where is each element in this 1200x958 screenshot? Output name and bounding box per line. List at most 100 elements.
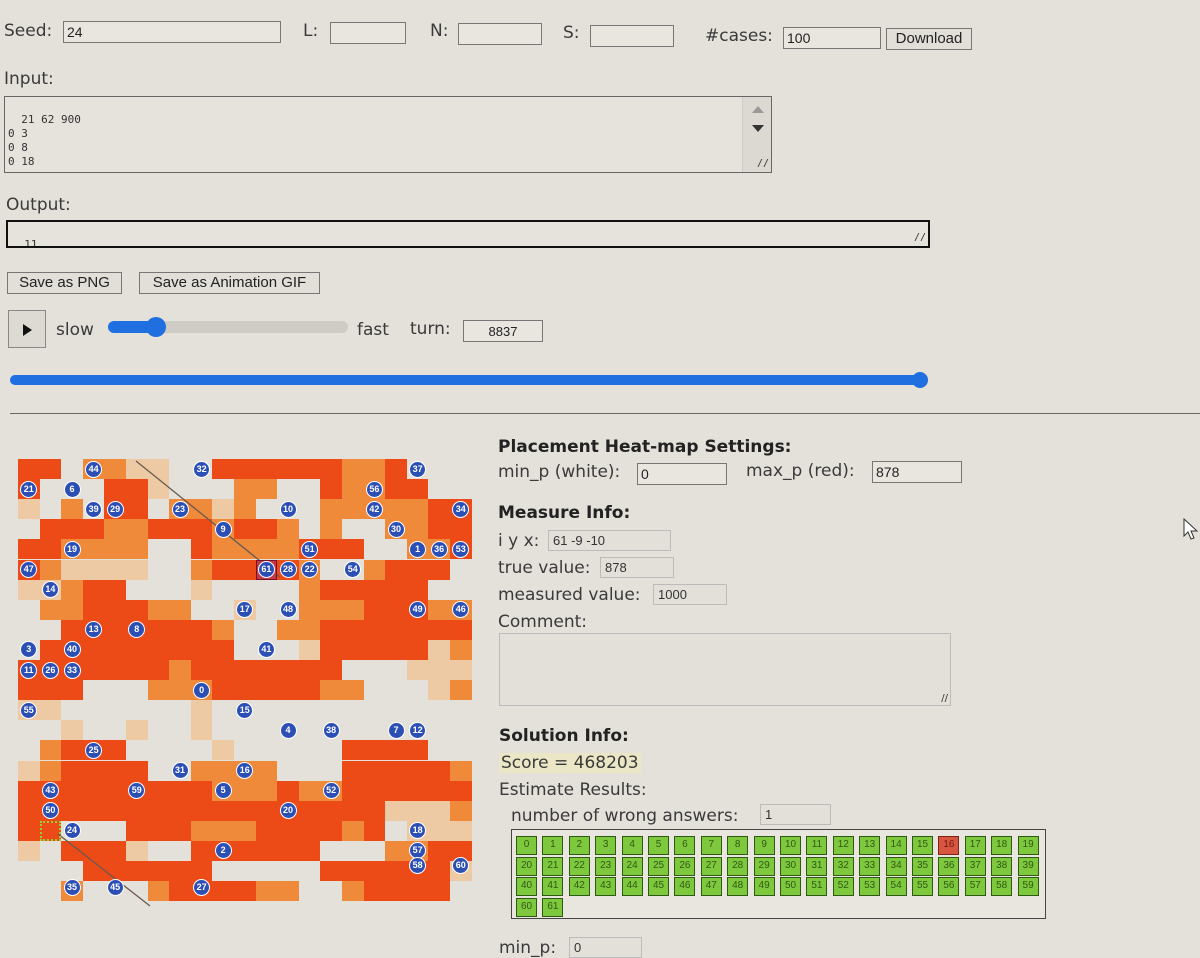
result-cell-correct[interactable]: 12 <box>832 836 854 855</box>
exit-marker[interactable]: 20 <box>279 802 297 820</box>
l-input[interactable] <box>330 22 406 44</box>
turn-slider[interactable] <box>10 372 928 388</box>
exit-marker[interactable]: 58 <box>409 856 427 874</box>
exit-marker[interactable]: 14 <box>41 581 59 599</box>
result-cell-correct[interactable]: 28 <box>727 856 749 876</box>
result-cell-correct[interactable]: 17 <box>964 836 986 855</box>
exit-marker[interactable]: 7 <box>387 721 405 739</box>
exit-marker[interactable]: 44 <box>85 460 103 478</box>
exit-marker[interactable]: 27 <box>193 878 211 896</box>
result-cell-correct[interactable]: 2 <box>568 836 590 855</box>
speed-slider[interactable] <box>108 317 348 337</box>
exit-marker[interactable]: 24 <box>63 822 81 840</box>
exit-marker[interactable]: 21 <box>20 480 38 498</box>
save-gif-button[interactable]: Save as Animation GIF <box>139 272 320 294</box>
result-cell-correct[interactable]: 41 <box>542 877 564 896</box>
wrong-answers-field[interactable] <box>760 804 831 825</box>
result-cell-correct[interactable]: 10 <box>780 836 801 855</box>
exit-marker[interactable]: 38 <box>322 721 340 739</box>
result-cell-correct[interactable]: 26 <box>674 856 696 876</box>
result-cell-correct[interactable]: 3 <box>595 836 617 855</box>
exit-marker[interactable]: 28 <box>279 561 297 579</box>
result-cell-correct[interactable]: 32 <box>832 856 854 876</box>
result-cell-correct[interactable]: 56 <box>938 877 960 896</box>
result-cell-correct[interactable]: 23 <box>595 856 617 876</box>
result-cell-correct[interactable]: 54 <box>885 877 907 896</box>
exit-marker[interactable]: 26 <box>41 661 59 679</box>
result-cell-correct[interactable]: 34 <box>885 856 907 876</box>
result-cell-correct[interactable]: 52 <box>832 877 854 896</box>
exit-marker[interactable]: 42 <box>365 500 383 518</box>
result-cell-correct[interactable]: 18 <box>991 836 1013 855</box>
exit-marker[interactable]: 1 <box>409 540 427 558</box>
exit-marker[interactable]: 12 <box>409 721 427 739</box>
exit-marker[interactable]: 10 <box>279 500 297 518</box>
result-cell-correct[interactable]: 40 <box>516 877 537 896</box>
result-cell-correct[interactable]: 20 <box>516 856 537 876</box>
exit-marker[interactable]: 4 <box>279 721 297 739</box>
result-cell-correct[interactable]: 53 <box>859 877 881 896</box>
output-textarea[interactable]: 11 // <box>6 220 930 248</box>
result-cell-correct[interactable]: 30 <box>780 856 801 876</box>
result-cell-correct[interactable]: 19 <box>1017 836 1039 855</box>
exit-marker[interactable]: 11 <box>20 661 38 679</box>
resize-grip-icon[interactable]: // <box>941 693 948 704</box>
exit-marker[interactable]: 39 <box>85 500 103 518</box>
exit-marker[interactable]: 33 <box>63 661 81 679</box>
exit-marker[interactable]: 25 <box>85 741 103 759</box>
result-cell-correct[interactable]: 13 <box>859 836 881 855</box>
result-cell-wrong[interactable]: 16 <box>938 836 960 855</box>
comment-textarea[interactable]: // <box>499 633 951 706</box>
exit-marker[interactable]: 19 <box>63 540 81 558</box>
result-cell-correct[interactable]: 49 <box>753 877 775 896</box>
min-p-bottom-field[interactable] <box>569 937 642 958</box>
result-cell-correct[interactable]: 48 <box>727 877 749 896</box>
result-cell-correct[interactable]: 38 <box>991 856 1013 876</box>
scroll-up-icon[interactable] <box>752 106 764 113</box>
true-value-field[interactable] <box>600 557 674 578</box>
result-cell-correct[interactable]: 11 <box>806 836 828 855</box>
play-button[interactable] <box>8 310 46 348</box>
result-cell-correct[interactable]: 46 <box>674 877 696 896</box>
exit-marker[interactable]: 35 <box>63 878 81 896</box>
result-cell-correct[interactable]: 33 <box>859 856 881 876</box>
exit-marker[interactable]: 48 <box>279 601 297 619</box>
exit-marker[interactable]: 55 <box>20 701 38 719</box>
exit-marker[interactable]: 9 <box>214 520 232 538</box>
result-cell-correct[interactable]: 7 <box>700 836 722 855</box>
result-cell-correct[interactable]: 47 <box>700 877 722 896</box>
max-p-input[interactable] <box>872 461 962 483</box>
resize-grip-icon[interactable]: // <box>757 157 769 171</box>
result-cell-correct[interactable]: 50 <box>780 877 801 896</box>
result-cell-correct[interactable]: 36 <box>938 856 960 876</box>
exit-marker[interactable]: 40 <box>63 641 81 659</box>
exit-marker[interactable]: 56 <box>365 480 383 498</box>
exit-marker[interactable]: 31 <box>171 762 189 780</box>
result-cell-correct[interactable]: 60 <box>516 897 537 917</box>
result-cell-correct[interactable]: 24 <box>621 856 643 876</box>
result-cell-correct[interactable]: 43 <box>595 877 617 896</box>
result-cell-correct[interactable]: 8 <box>727 836 749 855</box>
result-cell-correct[interactable]: 5 <box>648 836 669 855</box>
result-cell-correct[interactable]: 37 <box>964 856 986 876</box>
result-cell-correct[interactable]: 29 <box>753 856 775 876</box>
input-textarea[interactable]: 21 62 900 0 3 0 8 0 18 // <box>4 96 772 173</box>
exit-marker[interactable]: 52 <box>322 782 340 800</box>
result-cell-correct[interactable]: 39 <box>1017 856 1039 876</box>
save-png-button[interactable]: Save as PNG <box>7 272 122 294</box>
result-cell-correct[interactable]: 14 <box>885 836 907 855</box>
speed-slider-thumb[interactable] <box>146 317 166 337</box>
result-cell-correct[interactable]: 1 <box>542 836 564 855</box>
exit-marker[interactable]: 6 <box>63 480 81 498</box>
result-cell-correct[interactable]: 59 <box>1017 877 1039 896</box>
result-cell-correct[interactable]: 0 <box>516 836 537 855</box>
turn-slider-thumb[interactable] <box>912 372 928 388</box>
s-input[interactable] <box>590 25 674 47</box>
min-p-input[interactable] <box>637 463 727 485</box>
result-cell-correct[interactable]: 35 <box>912 856 933 876</box>
result-cell-correct[interactable]: 22 <box>568 856 590 876</box>
exit-marker[interactable]: 30 <box>387 520 405 538</box>
result-cell-correct[interactable]: 4 <box>621 836 643 855</box>
result-cell-correct[interactable]: 21 <box>542 856 564 876</box>
turn-input[interactable] <box>463 320 543 342</box>
